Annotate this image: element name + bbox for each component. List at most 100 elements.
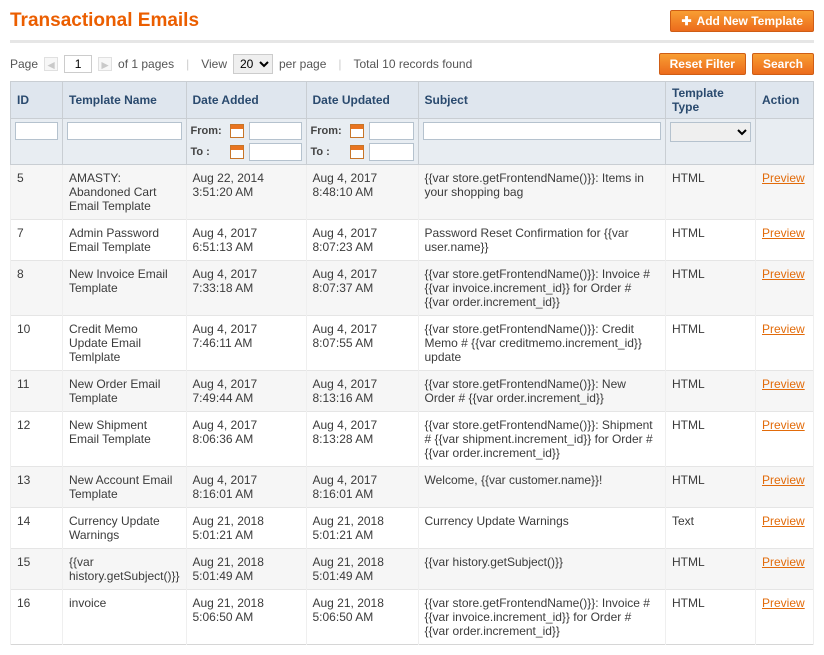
table-row[interactable]: 15{{var history.getSubject()}}Aug 21, 20… <box>11 549 814 590</box>
cell-added: Aug 4, 2017 7:33:18 AM <box>186 261 306 316</box>
cell-id: 15 <box>11 549 63 590</box>
page-label: Page <box>10 57 38 71</box>
cell-action: Preview <box>756 590 814 645</box>
separator: | <box>186 57 189 71</box>
cell-updated: Aug 4, 2017 8:07:55 AM <box>306 316 418 371</box>
cell-action: Preview <box>756 371 814 412</box>
cell-action: Preview <box>756 261 814 316</box>
cell-updated: Aug 21, 2018 5:06:50 AM <box>306 590 418 645</box>
calendar-icon[interactable] <box>230 145 244 159</box>
table-row[interactable]: 11New Order Email TemplateAug 4, 2017 7:… <box>11 371 814 412</box>
calendar-icon[interactable] <box>350 124 364 138</box>
plus-icon: ✚ <box>681 15 693 27</box>
calendar-icon[interactable] <box>350 145 364 159</box>
table-row[interactable]: 12New Shipment Email TemplateAug 4, 2017… <box>11 412 814 467</box>
cell-name: New Order Email Template <box>63 371 187 412</box>
table-row[interactable]: 7Admin Password Email TemplateAug 4, 201… <box>11 220 814 261</box>
cell-subject: Welcome, {{var customer.name}}! <box>418 467 666 508</box>
cell-name: {{var history.getSubject()}} <box>63 549 187 590</box>
cell-subject: {{var store.getFrontendName()}}: Items i… <box>418 165 666 220</box>
cell-updated: Aug 4, 2017 8:48:10 AM <box>306 165 418 220</box>
preview-link[interactable]: Preview <box>762 555 805 569</box>
col-added[interactable]: Date Added <box>186 82 306 119</box>
cell-id: 12 <box>11 412 63 467</box>
cell-added: Aug 4, 2017 7:49:44 AM <box>186 371 306 412</box>
next-page-button[interactable]: ► <box>98 57 112 71</box>
separator: | <box>338 57 341 71</box>
to-label: To : <box>311 146 347 158</box>
cell-action: Preview <box>756 412 814 467</box>
cell-updated: Aug 21, 2018 5:01:21 AM <box>306 508 418 549</box>
search-button[interactable]: Search <box>752 53 814 75</box>
preview-link[interactable]: Preview <box>762 226 805 240</box>
col-action: Action <box>756 82 814 119</box>
cell-name: New Shipment Email Template <box>63 412 187 467</box>
from-label: From: <box>191 125 227 137</box>
preview-link[interactable]: Preview <box>762 377 805 391</box>
preview-link[interactable]: Preview <box>762 171 805 185</box>
pager: Page ◄ ► of 1 pages | View 20 per page |… <box>10 54 472 74</box>
cell-subject: {{var store.getFrontendName()}}: New Ord… <box>418 371 666 412</box>
cell-subject: {{var store.getFrontendName()}}: Invoice… <box>418 261 666 316</box>
per-page-label: per page <box>279 57 326 71</box>
view-label: View <box>201 57 227 71</box>
cell-updated: Aug 21, 2018 5:01:49 AM <box>306 549 418 590</box>
cell-type: HTML <box>666 220 756 261</box>
filter-added-to-input[interactable] <box>249 143 302 161</box>
filter-name-input[interactable] <box>67 122 182 140</box>
cell-name: Admin Password Email Template <box>63 220 187 261</box>
prev-page-button[interactable]: ◄ <box>44 57 58 71</box>
cell-subject: {{var history.getSubject()}} <box>418 549 666 590</box>
filter-updated-to-input[interactable] <box>369 143 414 161</box>
cell-id: 5 <box>11 165 63 220</box>
filter-added-from-input[interactable] <box>249 122 302 140</box>
per-page-select[interactable]: 20 <box>233 54 273 74</box>
table-row[interactable]: 16invoiceAug 21, 2018 5:06:50 AMAug 21, … <box>11 590 814 645</box>
cell-name: Currency Update Warnings <box>63 508 187 549</box>
cell-type: HTML <box>666 261 756 316</box>
cell-updated: Aug 4, 2017 8:13:16 AM <box>306 371 418 412</box>
preview-link[interactable]: Preview <box>762 418 805 432</box>
cell-id: 10 <box>11 316 63 371</box>
preview-link[interactable]: Preview <box>762 514 805 528</box>
preview-link[interactable]: Preview <box>762 267 805 281</box>
preview-link[interactable]: Preview <box>762 322 805 336</box>
to-label: To : <box>191 146 227 158</box>
table-row[interactable]: 5AMASTY: Abandoned Cart Email TemplateAu… <box>11 165 814 220</box>
col-id[interactable]: ID <box>11 82 63 119</box>
total-records-label: Total 10 records found <box>354 57 473 71</box>
add-new-template-button[interactable]: ✚ Add New Template <box>670 10 814 32</box>
cell-id: 7 <box>11 220 63 261</box>
cell-added: Aug 21, 2018 5:01:21 AM <box>186 508 306 549</box>
cell-subject: {{var store.getFrontendName()}}: Shipmen… <box>418 412 666 467</box>
preview-link[interactable]: Preview <box>762 596 805 610</box>
table-row[interactable]: 14Currency Update WarningsAug 21, 2018 5… <box>11 508 814 549</box>
preview-link[interactable]: Preview <box>762 473 805 487</box>
col-subject[interactable]: Subject <box>418 82 666 119</box>
cell-name: New Account Email Template <box>63 467 187 508</box>
filter-type-select[interactable] <box>670 122 751 142</box>
page-title: Transactional Emails <box>10 10 199 32</box>
filter-updated-from-input[interactable] <box>369 122 414 140</box>
filter-subject-input[interactable] <box>423 122 662 140</box>
cell-name: New Invoice Email Template <box>63 261 187 316</box>
add-new-template-label: Add New Template <box>697 14 803 28</box>
col-name[interactable]: Template Name <box>63 82 187 119</box>
cell-updated: Aug 4, 2017 8:07:37 AM <box>306 261 418 316</box>
cell-added: Aug 4, 2017 8:06:36 AM <box>186 412 306 467</box>
cell-subject: {{var store.getFrontendName()}}: Credit … <box>418 316 666 371</box>
filter-id-input[interactable] <box>15 122 58 140</box>
calendar-icon[interactable] <box>230 124 244 138</box>
cell-added: Aug 21, 2018 5:06:50 AM <box>186 590 306 645</box>
col-type[interactable]: Template Type <box>666 82 756 119</box>
table-row[interactable]: 8New Invoice Email TemplateAug 4, 2017 7… <box>11 261 814 316</box>
table-row[interactable]: 10Credit Memo Update Email TemlplateAug … <box>11 316 814 371</box>
page-input[interactable] <box>64 55 92 73</box>
table-row[interactable]: 13New Account Email TemplateAug 4, 2017 … <box>11 467 814 508</box>
cell-id: 13 <box>11 467 63 508</box>
col-updated[interactable]: Date Updated <box>306 82 418 119</box>
cell-action: Preview <box>756 508 814 549</box>
reset-filter-button[interactable]: Reset Filter <box>659 53 746 75</box>
from-label: From: <box>311 125 347 137</box>
cell-subject: Currency Update Warnings <box>418 508 666 549</box>
